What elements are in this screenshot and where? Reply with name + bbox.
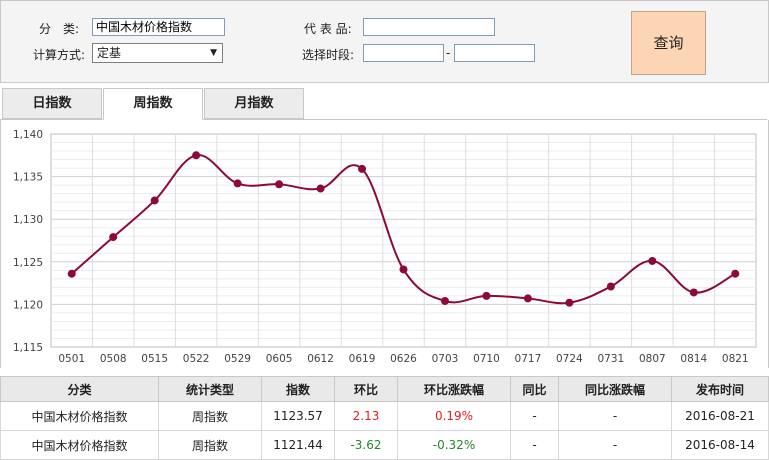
x-tick-label: 0612 xyxy=(307,353,334,365)
col-header-type: 统计类型 xyxy=(158,376,262,402)
data-point xyxy=(358,164,367,173)
y-tick-label: 1,125 xyxy=(13,257,43,269)
method-select-value: 定基 xyxy=(97,46,122,60)
cell-yoy: - xyxy=(510,430,559,460)
table-row[interactable]: 中国木材价格指数 周指数 1123.57 2.13 0.19% - - 2016… xyxy=(0,401,769,431)
cell-mom-pct: -0.32% xyxy=(397,430,511,460)
cell-index: 1121.44 xyxy=(261,430,335,460)
data-point xyxy=(440,296,449,305)
col-header-mom: 环比 xyxy=(334,376,398,402)
x-tick-label: 0731 xyxy=(597,353,624,365)
period-dash: - xyxy=(446,46,451,60)
data-point xyxy=(523,294,532,303)
cell-category: 中国木材价格指数 xyxy=(0,401,159,431)
cell-category: 中国木材价格指数 xyxy=(0,430,159,460)
data-point xyxy=(275,180,284,189)
x-tick-label: 0807 xyxy=(639,353,666,365)
data-point xyxy=(192,151,201,160)
cell-mom-pct: 0.19% xyxy=(397,401,511,431)
data-point xyxy=(482,291,491,300)
search-button[interactable]: 查询 xyxy=(631,11,706,75)
cell-mom: 2.13 xyxy=(334,401,398,431)
x-tick-label: 0717 xyxy=(515,353,542,365)
data-point xyxy=(109,233,118,242)
period-start-input[interactable] xyxy=(363,44,444,62)
table-header-row: 分类 统计类型 指数 环比 环比涨跌幅 同比 同比涨跌幅 发布时间 xyxy=(0,376,769,402)
x-tick-label: 0501 xyxy=(58,353,85,365)
x-tick-label: 0515 xyxy=(141,353,168,365)
x-tick-label: 0703 xyxy=(432,353,459,365)
col-header-category: 分类 xyxy=(0,376,159,402)
x-tick-label: 0814 xyxy=(680,353,707,365)
method-select[interactable]: 定基 ▼ xyxy=(92,43,223,63)
tab-weekly[interactable]: 周指数 xyxy=(103,88,203,120)
category-label: 分 类: xyxy=(39,22,80,36)
chart-area: 1,115 1,120 1,125 1,130 1,135 1,140 0501 0508 05… xyxy=(0,120,769,368)
data-point xyxy=(689,288,698,297)
cell-date: 2016-08-14 xyxy=(671,430,769,460)
line-chart: 1,115 1,120 1,125 1,130 1,135 1,140 0501 0508 05… xyxy=(13,129,757,365)
col-header-yoy-pct: 同比涨跌幅 xyxy=(558,376,672,402)
col-header-mom-pct: 环比涨跌幅 xyxy=(397,376,511,402)
data-point xyxy=(731,269,740,278)
x-tick-label: 0821 xyxy=(722,353,749,365)
cell-index: 1123.57 xyxy=(261,401,335,431)
data-point xyxy=(565,298,574,307)
y-tick-label: 1,115 xyxy=(13,342,43,354)
x-tick-label: 0626 xyxy=(390,353,417,365)
x-tick-label: 0605 xyxy=(266,353,293,365)
plot-background xyxy=(50,133,757,348)
y-tick-label: 1,130 xyxy=(13,214,43,226)
x-tick-label: 0619 xyxy=(349,353,376,365)
period-label: 选择时段: xyxy=(302,48,355,62)
cell-type: 周指数 xyxy=(158,401,262,431)
period-end-input[interactable] xyxy=(454,44,535,62)
data-point xyxy=(150,196,159,205)
x-tick-label: 0710 xyxy=(473,353,500,365)
data-point xyxy=(648,256,657,265)
col-header-yoy: 同比 xyxy=(510,376,559,402)
index-table: 分类 统计类型 指数 环比 环比涨跌幅 同比 同比涨跌幅 发布时间 中国木材价格… xyxy=(0,376,769,460)
tab-bar: 日指数 周指数 月指数 xyxy=(0,88,769,120)
y-tick-label: 1,135 xyxy=(13,172,43,184)
data-point xyxy=(399,265,408,274)
cell-mom: -3.62 xyxy=(334,430,398,460)
col-header-index: 指数 xyxy=(261,376,335,402)
x-tick-label: 0522 xyxy=(183,353,210,365)
cell-yoy-pct: - xyxy=(558,401,672,431)
x-tick-label: 0724 xyxy=(556,353,583,365)
category-input[interactable]: 中国木材价格指数 xyxy=(92,18,225,36)
tab-daily[interactable]: 日指数 xyxy=(2,88,102,119)
cell-yoy: - xyxy=(510,401,559,431)
cell-date: 2016-08-21 xyxy=(671,401,769,431)
data-point xyxy=(67,269,76,278)
cell-yoy-pct: - xyxy=(558,430,672,460)
data-point xyxy=(233,179,242,188)
code-input[interactable] xyxy=(363,18,495,36)
x-tick-label: 0508 xyxy=(100,353,127,365)
code-label: 代 表 品: xyxy=(304,22,352,36)
table-row[interactable]: 中国木材价格指数 周指数 1121.44 -3.62 -0.32% - - 20… xyxy=(0,430,769,460)
data-point xyxy=(316,184,325,193)
y-tick-label: 1,140 xyxy=(13,129,43,141)
data-point xyxy=(606,282,615,291)
dropdown-arrow-icon: ▼ xyxy=(210,48,217,58)
method-label: 计算方式: xyxy=(33,48,86,62)
tab-monthly[interactable]: 月指数 xyxy=(204,88,304,119)
x-tick-label: 0529 xyxy=(224,353,251,365)
cell-type: 周指数 xyxy=(158,430,262,460)
col-header-date: 发布时间 xyxy=(671,376,769,402)
y-tick-label: 1,120 xyxy=(13,299,43,311)
